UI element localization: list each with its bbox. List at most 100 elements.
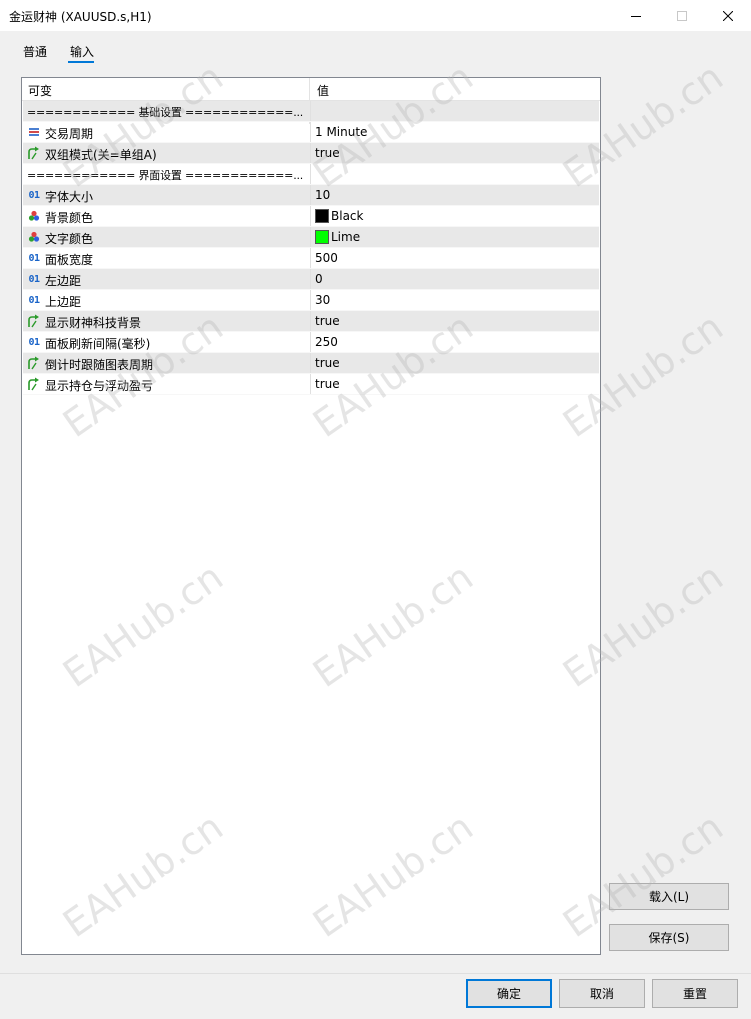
separator-row[interactable]: ============ 基础设置 ============... [23, 101, 599, 122]
active-tab-indicator [68, 61, 94, 63]
parameter-row[interactable]: 显示财神科技背景 true [23, 311, 599, 332]
minimize-icon [631, 15, 641, 17]
arrow-icon [27, 356, 41, 370]
parameter-name-cell[interactable]: 交易周期 [23, 122, 310, 142]
arrow-icon [27, 314, 41, 328]
parameter-value-cell[interactable]: 250 [310, 332, 600, 352]
int-icon: 01 [28, 336, 40, 348]
parameter-name: 文字颜色 [45, 232, 94, 246]
minimize-button[interactable] [613, 0, 659, 31]
grid-header: 可变 值 [22, 78, 600, 101]
parameter-name: 倒计时跟随图表周期 [45, 358, 154, 372]
parameter-value-cell[interactable]: Lime [310, 227, 600, 247]
parameter-row[interactable]: 交易周期 1 Minute [23, 122, 599, 143]
parameter-row[interactable]: 倒计时跟随图表周期 true [23, 353, 599, 374]
parameter-value[interactable]: 10 [315, 188, 330, 202]
parameter-row[interactable]: 01 面板宽度 500 [23, 248, 599, 269]
reset-button[interactable]: 重置 [652, 979, 738, 1008]
arrow-icon [27, 377, 41, 391]
ok-button[interactable]: 确定 [466, 979, 552, 1008]
parameter-row[interactable]: 显示持仓与浮动盈亏 true [23, 374, 599, 395]
parameter-name: 双组模式(关=单组A) [45, 148, 157, 162]
parameter-row[interactable]: 01 左边距 0 [23, 269, 599, 290]
maximize-button [659, 0, 705, 31]
parameter-name-cell[interactable]: 01 面板刷新间隔(毫秒) [23, 332, 310, 352]
tab-general[interactable]: 普通 [23, 43, 47, 60]
close-button[interactable] [705, 0, 751, 31]
parameter-value[interactable]: 250 [315, 335, 338, 349]
int-icon: 01 [28, 273, 40, 285]
parameter-value[interactable]: true [315, 377, 340, 391]
load-button[interactable]: 载入(L) [609, 883, 729, 910]
parameter-row[interactable]: 01 上边距 30 [23, 290, 599, 311]
parameter-value[interactable]: 500 [315, 251, 338, 265]
title-bar: 金运财神 (XAUUSD.s,H1) [0, 0, 751, 31]
column-header-value[interactable]: 值 [317, 82, 329, 99]
parameter-name: 字体大小 [45, 190, 94, 204]
int-icon: 01 [28, 189, 40, 201]
parameter-value-cell[interactable]: true [310, 353, 600, 373]
tab-inputs[interactable]: 输入 [70, 43, 94, 60]
parameter-name-cell[interactable]: 01 左边距 [23, 269, 310, 289]
parameter-name-cell[interactable]: 01 上边距 [23, 290, 310, 310]
list-icon [27, 125, 41, 139]
parameter-name-cell[interactable]: 01 面板宽度 [23, 248, 310, 268]
parameter-name-cell[interactable]: 显示财神科技背景 [23, 311, 310, 331]
parameter-name-cell[interactable]: 文字颜色 [23, 227, 310, 247]
cancel-button[interactable]: 取消 [559, 979, 645, 1008]
column-header-name[interactable]: 可变 [28, 82, 52, 99]
parameter-row[interactable]: 01 面板刷新间隔(毫秒) 250 [23, 332, 599, 353]
parameter-name-cell[interactable]: 01 字体大小 [23, 185, 310, 205]
close-icon [723, 10, 733, 21]
parameter-value-cell[interactable]: 10 [310, 185, 600, 205]
parameter-name-cell[interactable]: 显示持仓与浮动盈亏 [23, 374, 310, 394]
parameter-row[interactable]: 01 字体大小 10 [23, 185, 599, 206]
parameter-value-cell[interactable]: 500 [310, 248, 600, 268]
parameter-name-cell[interactable]: 倒计时跟随图表周期 [23, 353, 310, 373]
parameter-row[interactable]: 文字颜色 Lime [23, 227, 599, 248]
maximize-icon [677, 10, 687, 21]
parameter-value[interactable]: Lime [331, 230, 360, 244]
color-swatch [315, 209, 329, 223]
separator-row[interactable]: ============ 界面设置 ============... [23, 164, 599, 185]
parameter-name-cell[interactable]: ============ 基础设置 ============... [23, 101, 310, 121]
separator-label: ============ 基础设置 ============... [27, 106, 304, 119]
parameter-value[interactable]: true [315, 356, 340, 370]
parameter-value-cell[interactable]: 0 [310, 269, 600, 289]
int-icon: 01 [28, 294, 40, 306]
save-button[interactable]: 保存(S) [609, 924, 729, 951]
parameter-value-cell[interactable] [310, 164, 600, 184]
parameter-value[interactable]: true [315, 314, 340, 328]
parameter-value-cell[interactable]: true [310, 143, 600, 163]
parameter-name: 上边距 [45, 295, 82, 309]
parameter-name-cell[interactable]: 双组模式(关=单组A) [23, 143, 310, 163]
parameter-name: 左边距 [45, 274, 82, 288]
parameter-name-cell[interactable]: 背景颜色 [23, 206, 310, 226]
parameter-value[interactable]: true [315, 146, 340, 160]
color-swatch [315, 230, 329, 244]
parameter-value-cell[interactable]: true [310, 311, 600, 331]
parameter-name: 背景颜色 [45, 211, 94, 225]
parameter-value[interactable]: Black [331, 209, 363, 223]
parameter-name-cell[interactable]: ============ 界面设置 ============... [23, 164, 310, 184]
parameter-name: 面板宽度 [45, 253, 94, 267]
parameter-value[interactable]: 1 Minute [315, 125, 367, 139]
parameter-name: 交易周期 [45, 127, 94, 141]
inputs-grid[interactable]: 可变 值 ============ 基础设置 ============... 交易… [21, 77, 601, 955]
parameter-row[interactable]: 背景颜色 Black [23, 206, 599, 227]
int-icon: 01 [28, 252, 40, 264]
parameter-value-cell[interactable]: 30 [310, 290, 600, 310]
parameter-value-cell[interactable] [310, 101, 600, 121]
window-title: 金运财神 (XAUUSD.s,H1) [9, 10, 152, 24]
parameter-value-cell[interactable]: 1 Minute [310, 122, 600, 142]
parameter-value-cell[interactable]: Black [310, 206, 600, 226]
color-icon [27, 230, 41, 244]
parameter-value-cell[interactable]: true [310, 374, 600, 394]
parameter-name: 显示财神科技背景 [45, 316, 142, 330]
parameter-value[interactable]: 0 [315, 272, 323, 286]
parameter-row[interactable]: 双组模式(关=单组A) true [23, 143, 599, 164]
separator-label: ============ 界面设置 ============... [27, 169, 304, 182]
parameter-value[interactable]: 30 [315, 293, 330, 307]
parameter-name: 显示持仓与浮动盈亏 [45, 379, 154, 393]
arrow-icon [27, 146, 41, 160]
